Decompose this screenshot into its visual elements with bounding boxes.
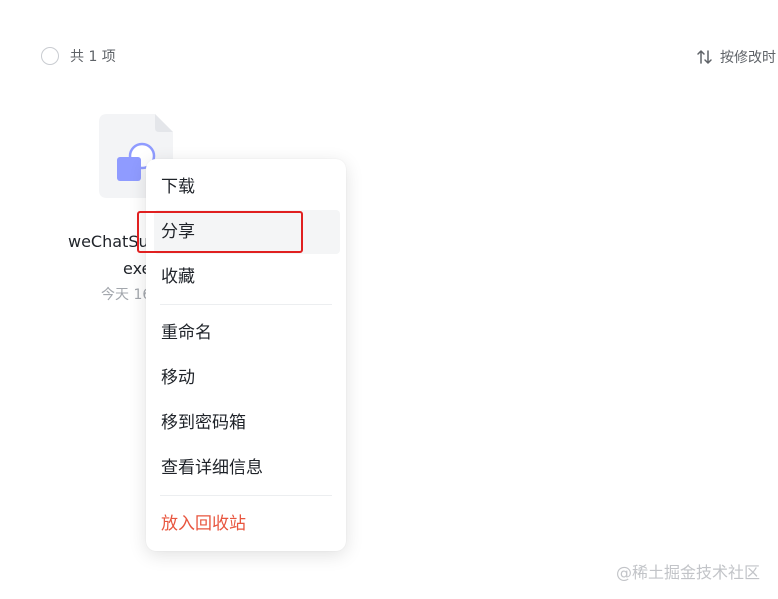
- menu-item-move[interactable]: 移动: [146, 356, 346, 400]
- sort-button[interactable]: 按修改时: [696, 47, 776, 67]
- menu-item-details[interactable]: 查看详细信息: [146, 446, 346, 490]
- menu-divider: [160, 495, 332, 496]
- menu-item-download[interactable]: 下载: [146, 165, 346, 209]
- file-list-page: 共 1 项 按修改时 weChatSu exe 今天 16 下载 分享 收藏 重…: [0, 0, 778, 599]
- file-name: weChatSu: [68, 232, 149, 251]
- watermark: @稀土掘金技术社区: [616, 563, 761, 582]
- sort-label: 按修改时: [720, 50, 776, 66]
- select-all-checkbox[interactable]: [41, 47, 59, 65]
- menu-divider: [160, 304, 332, 305]
- menu-item-move-to-trash[interactable]: 放入回收站: [146, 502, 346, 546]
- menu-item-favorite[interactable]: 收藏: [146, 255, 346, 299]
- file-modified-date: 今天 16: [101, 287, 152, 303]
- sort-arrows-icon: [697, 50, 712, 64]
- item-count-label: 共 1 项: [70, 49, 116, 65]
- context-menu: 下载 分享 收藏 重命名 移动 移到密码箱 查看详细信息 放入回收站: [146, 159, 346, 551]
- menu-item-share[interactable]: 分享: [154, 210, 340, 254]
- menu-item-rename[interactable]: 重命名: [146, 311, 346, 355]
- menu-item-move-to-vault[interactable]: 移到密码箱: [146, 401, 346, 445]
